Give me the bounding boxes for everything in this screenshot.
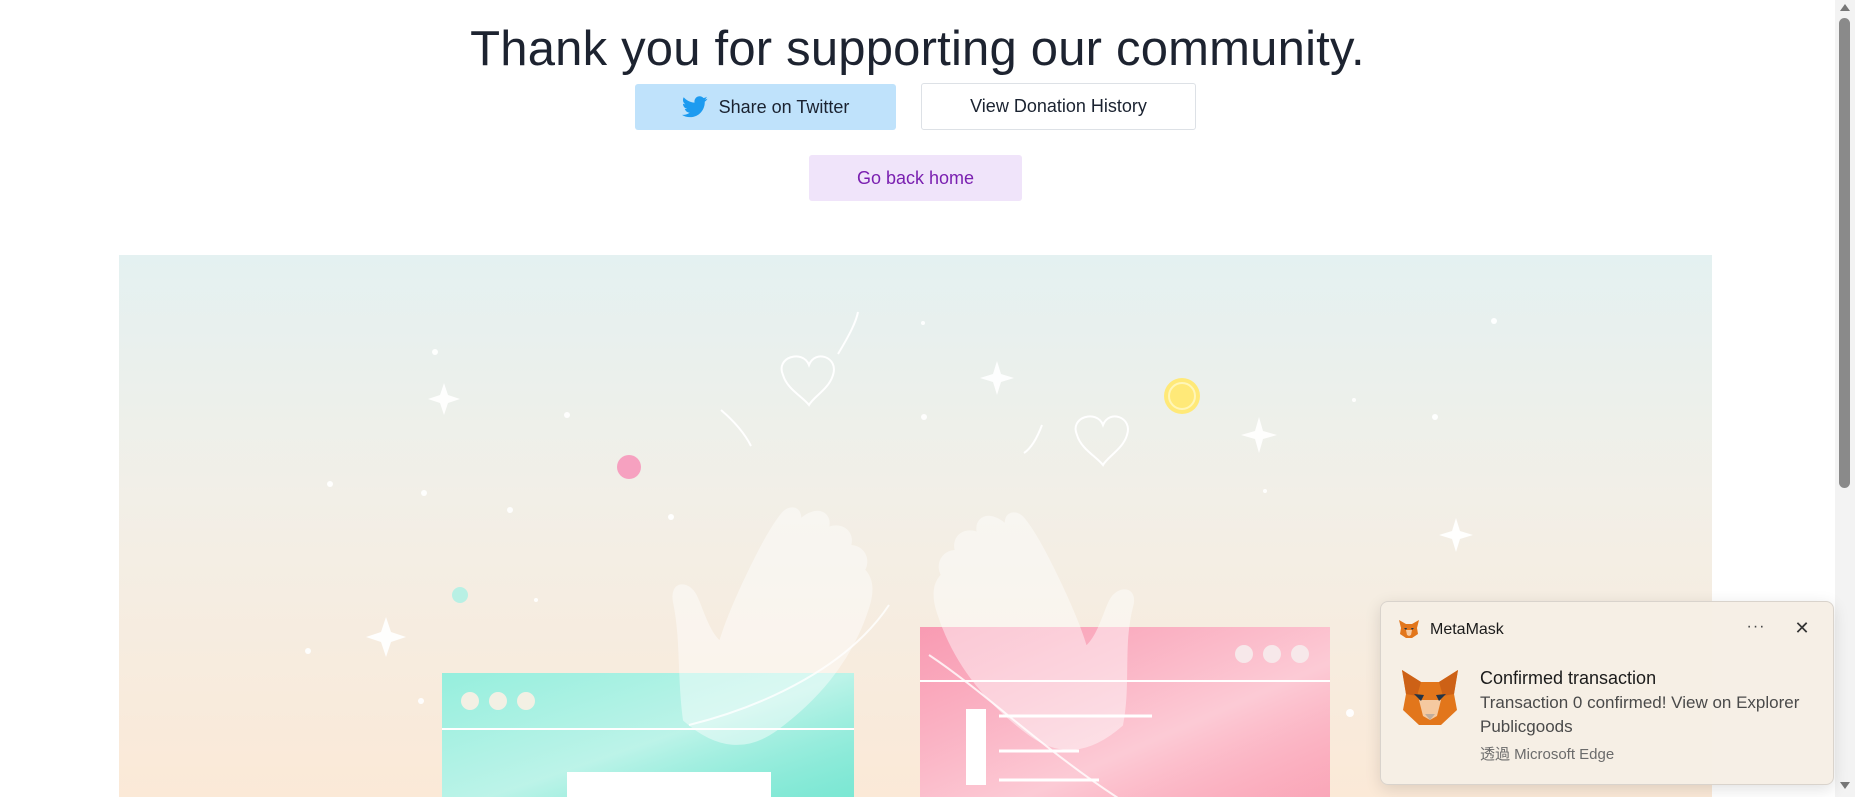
sparkle-icon — [1439, 518, 1473, 552]
pink-ball — [617, 455, 641, 479]
notification-body: Transaction 0 confirmed! View on Explore… — [1480, 691, 1825, 739]
page-title: Thank you for supporting our community. — [470, 21, 1365, 76]
scroll-down-arrow-icon[interactable] — [1840, 782, 1850, 789]
sparkle-icon — [366, 617, 406, 657]
metamask-fox-icon — [1399, 620, 1419, 638]
scroll-up-arrow-icon[interactable] — [1840, 4, 1850, 11]
metamask-logo — [1402, 670, 1458, 725]
heart-icon — [780, 355, 835, 407]
notification-title: Confirmed transaction — [1480, 668, 1657, 688]
notification-site: Publicgoods — [1480, 717, 1573, 736]
close-icon[interactable]: ✕ — [1790, 616, 1814, 640]
mint-ball — [452, 587, 468, 603]
heart-icon — [1074, 415, 1129, 467]
notification-source: 透過 Microsoft Edge — [1480, 746, 1615, 763]
share-on-twitter-button[interactable]: Share on Twitter — [635, 84, 896, 130]
scrollbar-thumb[interactable] — [1839, 18, 1850, 488]
sparkle-icon — [980, 361, 1014, 395]
twitter-icon — [681, 96, 708, 118]
metamask-notification[interactable]: MetaMask ··· ✕ Confirmed transaction Tra… — [1380, 601, 1834, 785]
go-back-home-button[interactable]: Go back home — [809, 155, 1022, 201]
notification-message: Transaction 0 confirmed! View on Explore… — [1480, 693, 1800, 712]
share-on-twitter-label: Share on Twitter — [718, 96, 850, 117]
view-donation-history-button[interactable]: View Donation History — [921, 83, 1196, 130]
notification-app-name: MetaMask — [1430, 621, 1504, 638]
sparkle-icon — [428, 383, 460, 415]
sparkle-icon — [1241, 417, 1277, 453]
more-options-icon[interactable]: ··· — [1742, 616, 1770, 640]
